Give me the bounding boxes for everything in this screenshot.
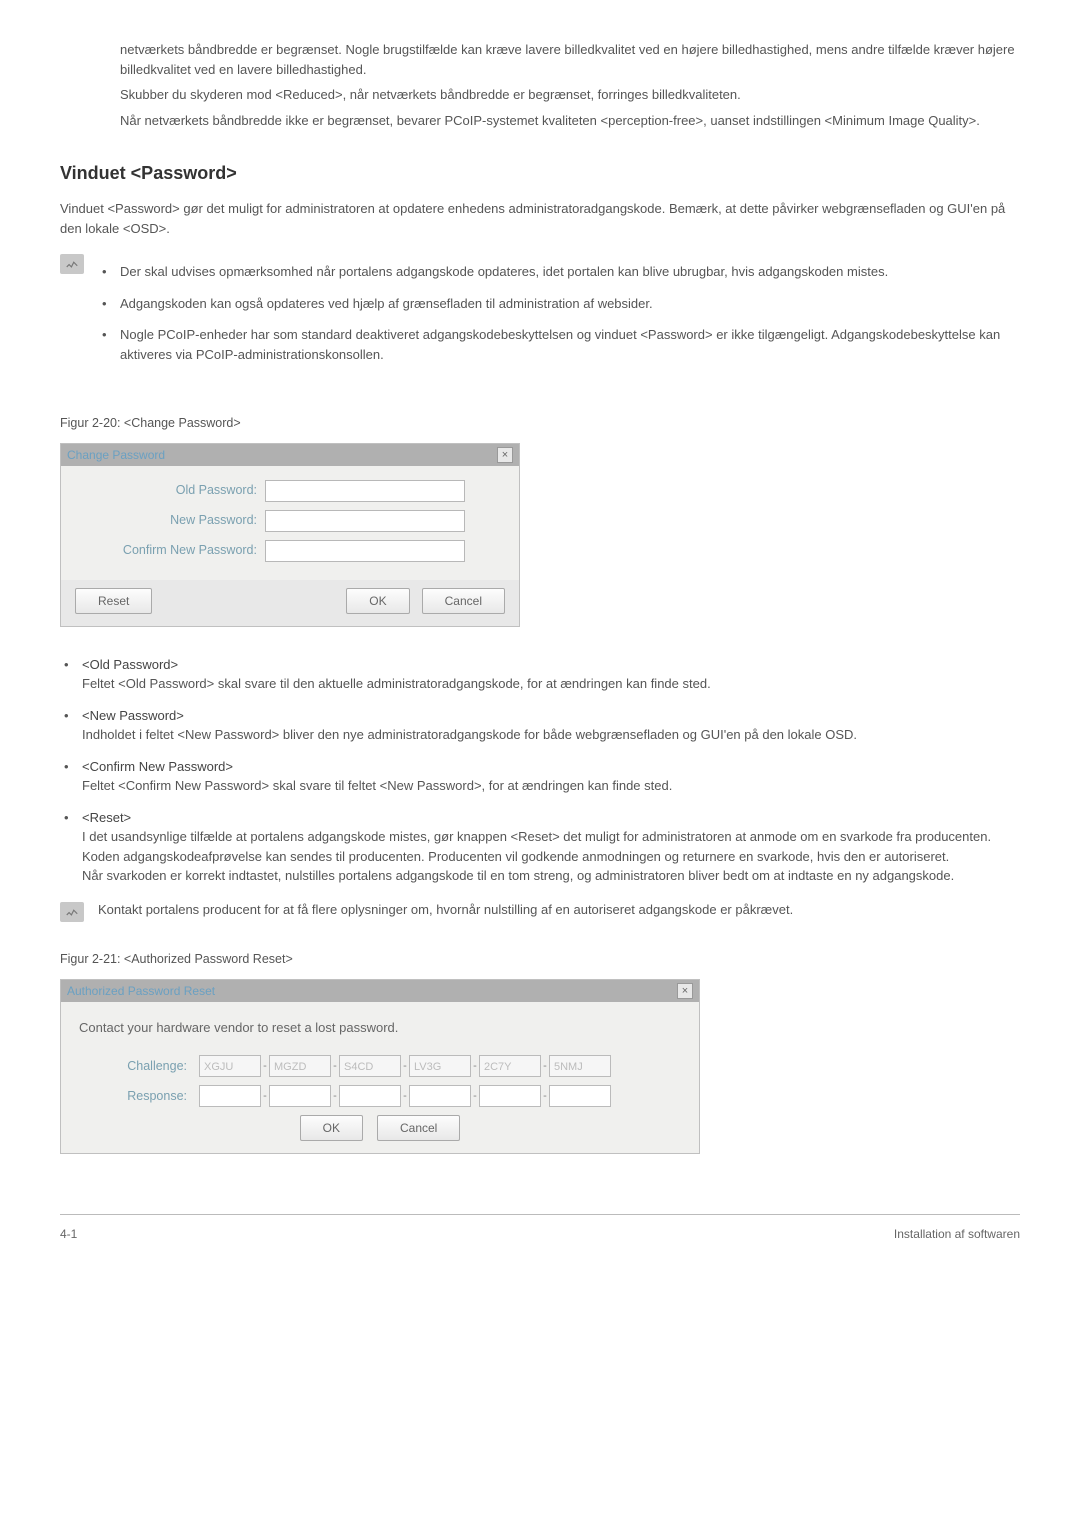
term-item: <New Password> Indholdet i feltet <New P… — [60, 706, 1020, 745]
challenge-seg: 2C7Y — [479, 1055, 541, 1077]
response-label: Response: — [79, 1087, 199, 1106]
response-seg[interactable] — [479, 1085, 541, 1107]
note-bullet: Adgangskoden kan også opdateres ved hjæl… — [98, 294, 1020, 314]
term-desc: Indholdet i feltet <New Password> bliver… — [82, 727, 857, 742]
authorized-password-reset-dialog: Authorized Password Reset × Contact your… — [60, 979, 700, 1155]
term-item: <Old Password> Feltet <Old Password> ska… — [60, 655, 1020, 694]
term-item: <Confirm New Password> Feltet <Confirm N… — [60, 757, 1020, 796]
footer-left: 4-1 — [60, 1225, 77, 1243]
term-label: <Reset> — [82, 810, 131, 825]
note-text: Kontakt portalens producent for at få fl… — [98, 900, 1020, 920]
note-bullet: Nogle PCoIP-enheder har som standard dea… — [98, 325, 1020, 364]
response-seg[interactable] — [409, 1085, 471, 1107]
term-label: <Confirm New Password> — [82, 759, 233, 774]
change-password-dialog: Change Password × Old Password: New Pass… — [60, 443, 520, 627]
cancel-button[interactable]: Cancel — [377, 1115, 460, 1141]
confirm-password-field[interactable] — [265, 540, 465, 562]
challenge-seg: MGZD — [269, 1055, 331, 1077]
term-desc-2: Når svarkoden er korrekt indtastet, nuls… — [82, 868, 954, 883]
challenge-seg: LV3G — [409, 1055, 471, 1077]
term-desc: Feltet <Old Password> skal svare til den… — [82, 676, 711, 691]
heading-paragraph: Vinduet <Password> gør det muligt for ad… — [60, 199, 1020, 238]
figure-caption-2: Figur 2-21: <Authorized Password Reset> — [60, 950, 1020, 969]
response-seg[interactable] — [199, 1085, 261, 1107]
note-icon — [60, 902, 84, 922]
apr-message: Contact your hardware vendor to reset a … — [79, 1018, 681, 1038]
old-password-field[interactable] — [265, 480, 465, 502]
page-footer: 4-1 Installation af softwaren — [60, 1214, 1020, 1243]
challenge-label: Challenge: — [79, 1057, 199, 1076]
dialog-title: Authorized Password Reset — [67, 982, 215, 1000]
dialog-title: Change Password — [67, 446, 165, 464]
challenge-seg: S4CD — [339, 1055, 401, 1077]
ok-button[interactable]: OK — [300, 1115, 363, 1141]
term-item: <Reset> I det usandsynlige tilfælde at p… — [60, 808, 1020, 886]
response-seg[interactable] — [269, 1085, 331, 1107]
challenge-seg: XGJU — [199, 1055, 261, 1077]
figure-caption-1: Figur 2-20: <Change Password> — [60, 414, 1020, 433]
cancel-button[interactable]: Cancel — [422, 588, 505, 614]
close-button[interactable]: × — [677, 983, 693, 999]
close-button[interactable]: × — [497, 447, 513, 463]
response-seg[interactable] — [339, 1085, 401, 1107]
note-bullet: Der skal udvises opmærksomhed når portal… — [98, 262, 1020, 282]
new-password-field[interactable] — [265, 510, 465, 532]
term-desc: I det usandsynlige tilfælde at portalens… — [82, 829, 991, 864]
intro-p1: netværkets båndbredde er begrænset. Nogl… — [120, 40, 1020, 79]
ok-button[interactable]: OK — [346, 588, 409, 614]
response-input-group: - - - - - — [199, 1085, 611, 1107]
intro-p3: Når netværkets båndbredde ikke er begræn… — [120, 111, 1020, 131]
section-heading-password: Vinduet <Password> — [60, 160, 1020, 187]
note-icon — [60, 254, 84, 274]
confirm-password-label: Confirm New Password: — [75, 541, 265, 560]
intro-p2: Skubber du skyderen mod <Reduced>, når n… — [120, 85, 1020, 105]
challenge-value-group: XGJU- MGZD- S4CD- LV3G- 2C7Y- 5NMJ — [199, 1055, 611, 1077]
new-password-label: New Password: — [75, 511, 265, 530]
footer-right: Installation af softwaren — [894, 1225, 1020, 1243]
response-seg[interactable] — [549, 1085, 611, 1107]
term-label: <Old Password> — [82, 657, 178, 672]
old-password-label: Old Password: — [75, 481, 265, 500]
term-desc: Feltet <Confirm New Password> skal svare… — [82, 778, 672, 793]
reset-button[interactable]: Reset — [75, 588, 152, 614]
challenge-seg: 5NMJ — [549, 1055, 611, 1077]
term-label: <New Password> — [82, 708, 184, 723]
